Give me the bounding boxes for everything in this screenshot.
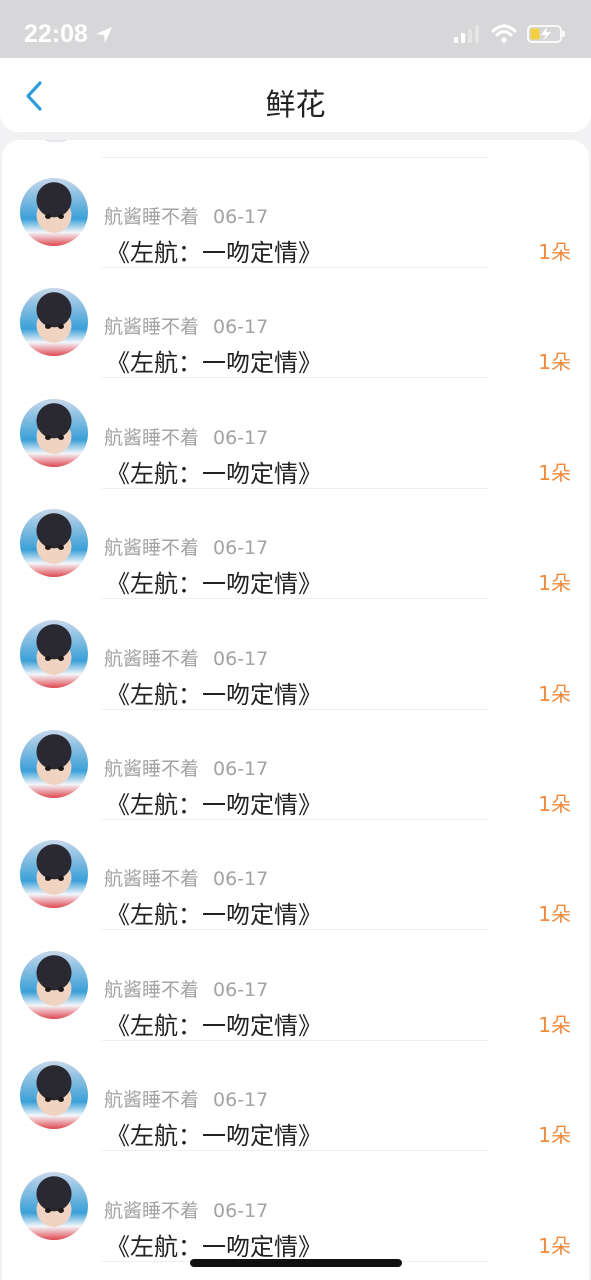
row-meta: 航酱睡不着 06-17 — [104, 975, 268, 1002]
status-icons — [453, 24, 567, 44]
list-item[interactable]: 航酱睡不着 06-17 《左航：一吻定情》 1朵 — [2, 158, 589, 268]
timestamp: 06-17 — [213, 978, 269, 1001]
avatar[interactable] — [20, 288, 88, 357]
gift-title[interactable]: 《左航：一吻定情》 — [106, 895, 322, 930]
flower-count: 1朵 — [538, 240, 571, 264]
avatar[interactable] — [20, 730, 88, 798]
row-meta: 航酱睡不着 06-17 — [104, 864, 268, 891]
home-indicator — [190, 1259, 402, 1267]
avatar[interactable] — [20, 178, 88, 246]
timestamp: 06-17 — [213, 206, 269, 228]
flower-count: 1朵 — [538, 460, 571, 485]
gift-title[interactable]: 《左航：一吻定情》 — [106, 1116, 322, 1151]
wifi-icon — [491, 24, 517, 43]
username[interactable]: 航酱睡不着 — [104, 1200, 199, 1222]
flower-count: 1朵 — [538, 902, 571, 927]
username[interactable]: 航酱睡不着 — [104, 206, 199, 228]
signal-icon — [454, 25, 479, 43]
flower-count: 1朵 — [538, 1012, 571, 1037]
row-meta: 航酱睡不着 06-17 — [104, 1196, 268, 1223]
timestamp: 06-17 — [213, 868, 269, 891]
gift-title[interactable]: 《左航：一吻定情》 — [106, 785, 322, 820]
avatar[interactable] — [20, 1061, 88, 1130]
timestamp: 06-17 — [213, 1199, 269, 1222]
gift-title[interactable]: 《左航：一吻定情》 — [106, 675, 322, 710]
clock-text: 22:08 — [24, 20, 88, 48]
timestamp: 06-17 — [213, 758, 269, 780]
list-item[interactable]: 航酱睡不着 06-17 《左航：一吻定情》 1朵 — [2, 600, 589, 710]
username[interactable]: 航酱睡不着 — [104, 427, 199, 449]
flower-count: 1朵 — [538, 792, 571, 816]
list-item[interactable]: 航酱睡不着 06-17 《左航：一吻定情》 1朵 — [2, 820, 589, 931]
list-item[interactable]: 航酱睡不着 06-17 《左航：一吻定情》 1朵 — [2, 1152, 589, 1262]
username[interactable]: 航酱睡不着 — [104, 758, 199, 780]
avatar[interactable] — [20, 619, 88, 688]
status-time: 22:08 — [24, 20, 114, 49]
flower-count: 1朵 — [538, 571, 571, 596]
timestamp: 06-17 — [213, 647, 269, 670]
page-title: 鲜花 — [265, 88, 326, 123]
row-meta: 航酱睡不着 06-17 — [104, 312, 268, 339]
list-item[interactable]: 航酱睡不着 06-17 《左航：一吻定情》 1朵 — [2, 268, 589, 379]
timestamp: 06-17 — [213, 426, 269, 449]
battery-charging-icon — [527, 25, 565, 43]
timestamp: 06-17 — [213, 537, 269, 560]
gift-title[interactable]: 《左航：一吻定情》 — [106, 564, 322, 599]
list-item[interactable]: 航酱睡不着 06-17 《左航：一吻定情》 1朵 — [2, 489, 589, 600]
status-bar: 22:08 — [0, 0, 591, 58]
list-item[interactable]: 航酱睡不着 06-17 《左航：一吻定情》 1朵 — [2, 1041, 589, 1152]
flower-count: 1朵 — [538, 1233, 571, 1258]
username[interactable]: 航酱睡不着 — [104, 1089, 199, 1111]
list-item[interactable]: 航酱睡不着 06-17 《左航：一吻定情》 1朵 — [2, 931, 589, 1041]
username[interactable]: 航酱睡不着 — [104, 537, 199, 559]
gift-title[interactable]: 《左航：一吻定情》 — [106, 1006, 322, 1041]
avatar[interactable] — [20, 509, 88, 578]
gift-title[interactable]: 《左航：一吻定情》 — [106, 1227, 322, 1262]
avatar[interactable] — [20, 1171, 88, 1240]
row-meta: 航酱睡不着 06-17 — [104, 202, 268, 229]
row-meta: 航酱睡不着 06-17 — [104, 533, 268, 560]
avatar — [36, 140, 76, 142]
timestamp: 06-17 — [213, 1089, 269, 1112]
avatar[interactable] — [20, 950, 88, 1019]
location-arrow-icon — [95, 26, 112, 43]
avatar[interactable] — [20, 398, 88, 467]
flower-gift-list[interactable]: 航酱睡不着 06-17 《左航：一吻定情》 1朵 航酱睡不着 06-17 《左航：一吻定情》… — [2, 140, 589, 1280]
timestamp: 06-17 — [213, 316, 269, 339]
flower-count: 1朵 — [538, 681, 571, 706]
username[interactable]: 航酱睡不着 — [104, 868, 199, 890]
row-meta: 航酱睡不着 06-17 — [104, 754, 268, 781]
gift-title[interactable]: 《左航：一吻定情》 — [106, 454, 322, 489]
flower-count: 1朵 — [538, 350, 571, 375]
row-meta: 航酱睡不着 06-17 — [104, 644, 268, 671]
nav-header: 鲜花 — [0, 58, 591, 132]
gift-title[interactable]: 《左航：一吻定情》 — [106, 233, 322, 268]
row-meta: 航酱睡不着 06-17 — [104, 423, 268, 450]
avatar[interactable] — [20, 840, 88, 909]
flower-count: 1朵 — [538, 1123, 571, 1148]
gift-title[interactable]: 《左航：一吻定情》 — [106, 343, 322, 378]
list-item[interactable]: 航酱睡不着 06-17 《左航：一吻定情》 1朵 — [2, 379, 589, 489]
username[interactable]: 航酱睡不着 — [104, 316, 199, 338]
username[interactable]: 航酱睡不着 — [104, 648, 199, 670]
row-meta: 航酱睡不着 06-17 — [104, 1085, 268, 1112]
list-item[interactable]: 航酱睡不着 06-17 《左航：一吻定情》 1朵 — [2, 710, 589, 820]
username[interactable]: 航酱睡不着 — [104, 979, 199, 1001]
